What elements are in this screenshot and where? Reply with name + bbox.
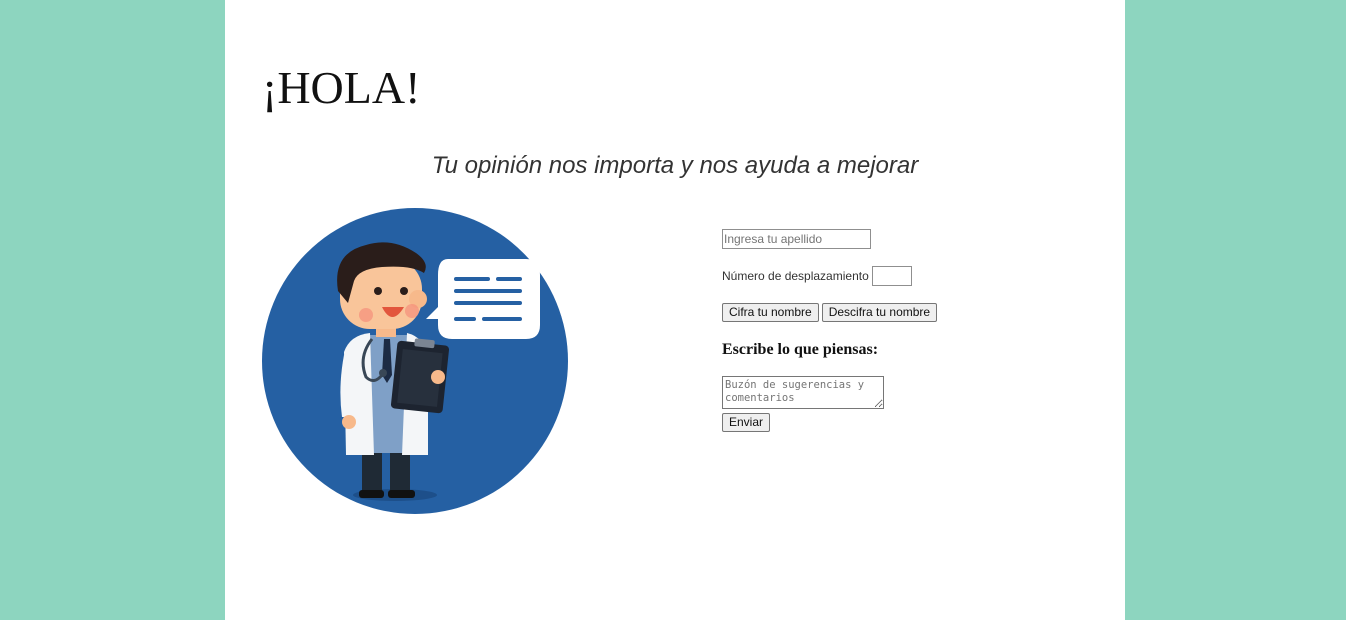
shift-label: Número de desplazamiento: [722, 269, 869, 283]
doctor-illustration-icon: [262, 208, 568, 514]
decrypt-button[interactable]: Descifra tu nombre: [821, 303, 938, 322]
cipher-buttons: Cifra tu nombre Descifra tu nombre: [722, 303, 1042, 323]
shift-input[interactable]: [871, 266, 912, 286]
cipher-form: Número de desplazamiento Cifra tu nombre…: [722, 229, 1042, 432]
page-container: ¡HOLA! Tu opinión nos importa y nos ayud…: [225, 0, 1125, 620]
surname-input[interactable]: [722, 229, 871, 249]
page-title: ¡HOLA!: [262, 62, 421, 113]
encrypt-button[interactable]: Cifra tu nombre: [722, 303, 819, 322]
send-button[interactable]: Enviar: [722, 413, 771, 432]
comments-textarea[interactable]: [722, 376, 884, 409]
page-subtitle: Tu opinión nos importa y nos ayuda a mej…: [431, 152, 919, 179]
shift-row: Número de desplazamiento: [722, 266, 1042, 286]
comments-heading: Escribe lo que piensas:: [722, 341, 879, 358]
